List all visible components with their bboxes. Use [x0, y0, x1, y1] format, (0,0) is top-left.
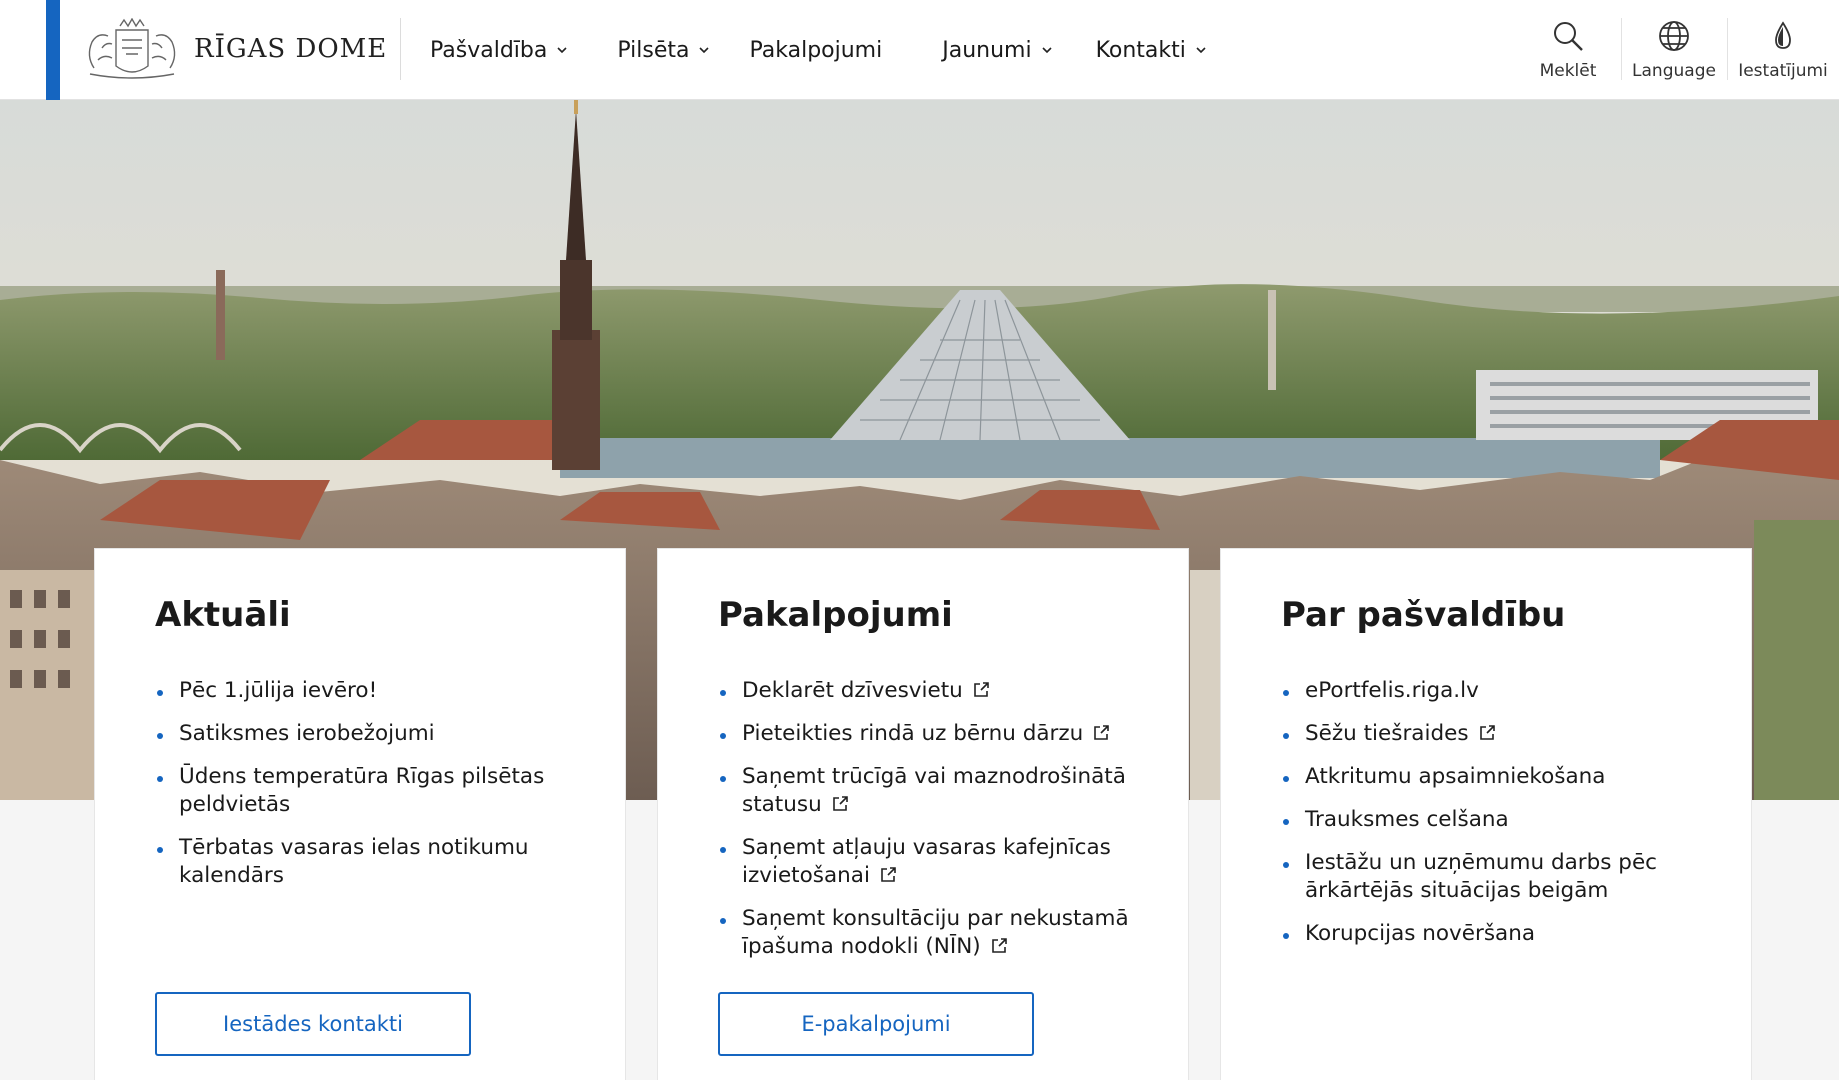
logo-text: RĪGAS DOME [194, 34, 388, 64]
link-text: Saņemt atļauju vasaras kafejnīcas izviet… [742, 835, 1111, 888]
chevron-down-icon [557, 47, 567, 54]
list-item[interactable]: ePortfelis.riga.lv [1281, 677, 1721, 705]
main-nav: Pašvaldība Pilsēta Pakalpojumi Jaunumi K… [430, 0, 1208, 100]
globe-icon [1659, 21, 1689, 51]
list-item[interactable]: Saņemt atļauju vasaras kafejnīcas izviet… [718, 834, 1158, 890]
external-link-icon [973, 682, 989, 697]
link-text: Korupcijas novēršana [1305, 921, 1536, 946]
nav-item-label: Kontakti [1095, 37, 1186, 63]
link-text: Sēžu tiešraides [1305, 721, 1469, 746]
card-link-list: Deklarēt dzīvesvietu Pieteikties rindā u… [718, 677, 1158, 976]
list-item[interactable]: Ūdens temperatūra Rīgas pilsētas peldvie… [155, 763, 595, 819]
link-text: Pieteikties rindā uz bērnu dārzu [742, 721, 1084, 746]
card-aktuali: Aktuāli Pēc 1.jūlija ievēro! Satiksmes i… [94, 548, 626, 1080]
language-label: Language [1632, 61, 1716, 81]
link-text: ePortfelis.riga.lv [1305, 678, 1479, 703]
card-link-list: Pēc 1.jūlija ievēro! Satiksmes ierobežoj… [155, 677, 595, 905]
search-icon [1554, 22, 1583, 51]
link-text: Atkritumu apsaimniekošana [1305, 764, 1606, 789]
e-services-button[interactable]: E-pakalpojumi [718, 992, 1034, 1056]
logo-divider [400, 18, 401, 80]
link-text: Pēc 1.jūlija ievēro! [179, 678, 378, 703]
list-item[interactable]: Deklarēt dzīvesvietu [718, 677, 1158, 705]
card-title: Aktuāli [155, 595, 291, 635]
chevron-down-icon [1041, 47, 1052, 54]
coat-of-arms-icon [88, 18, 176, 79]
chevron-down-icon [699, 47, 710, 54]
nav-item-jaunumi[interactable]: Jaunumi [942, 38, 1053, 63]
site-header: RĪGAS DOME Pašvaldība Pilsēta Pakalpojum… [0, 0, 1839, 100]
list-item[interactable]: Iestāžu un uzņēmumu darbs pēc ārkārtējās… [1281, 849, 1721, 905]
link-text: Saņemt konsultāciju par nekustamā īpašum… [742, 906, 1129, 959]
list-item[interactable]: Atkritumu apsaimniekošana [1281, 763, 1721, 791]
list-item[interactable]: Satiksmes ierobežojumi [155, 720, 595, 748]
external-link-icon [832, 796, 848, 811]
list-item[interactable]: Trauksmes celšana [1281, 806, 1721, 834]
settings-button[interactable]: Iestatījumi [1727, 0, 1839, 100]
card-title: Pakalpojumi [718, 595, 953, 635]
search-label: Meklēt [1539, 61, 1597, 81]
list-item[interactable]: Pieteikties rindā uz bērnu dārzu [718, 720, 1158, 748]
nav-item-kontakti[interactable]: Kontakti [1096, 38, 1208, 63]
list-item[interactable]: Pēc 1.jūlija ievēro! [155, 677, 595, 705]
nav-item-label: Pilsēta [617, 37, 690, 63]
drop-icon [1775, 21, 1791, 49]
list-item[interactable]: Korupcijas novēršana [1281, 920, 1721, 948]
external-link-icon [1094, 725, 1110, 740]
link-text: Satiksmes ierobežojumi [179, 721, 435, 746]
nav-item-label: Pakalpojumi [749, 37, 883, 63]
nav-item-pilseta[interactable]: Pilsēta [617, 38, 711, 63]
institution-contacts-button[interactable]: Iestādes kontakti [155, 992, 471, 1056]
search-button[interactable]: Meklēt [1515, 0, 1621, 100]
link-text: Deklarēt dzīvesvietu [742, 678, 963, 703]
link-text: Iestāžu un uzņēmumu darbs pēc ārkārtējās… [1305, 850, 1657, 903]
card-link-list: ePortfelis.riga.lv Sēžu tiešraides Atkri… [1281, 677, 1721, 963]
link-text: Trauksmes celšana [1305, 807, 1509, 832]
nav-item-pakalpojumi[interactable]: Pakalpojumi [749, 38, 882, 63]
list-item[interactable]: Saņemt trūcīgā vai maznodrošinātā status… [718, 763, 1158, 819]
header-tools: Meklēt Language Iestatījumi [1515, 0, 1839, 100]
external-link-icon [991, 938, 1007, 953]
nav-item-pasvaldiba[interactable]: Pašvaldība [430, 38, 569, 63]
nav-item-label: Jaunumi [942, 37, 1032, 63]
list-item[interactable]: Saņemt konsultāciju par nekustamā īpašum… [718, 905, 1158, 961]
link-text: Tērbatas vasaras ielas notikumu kalendār… [179, 835, 529, 888]
card-par-pasvaldibu: Par pašvaldību ePortfelis.riga.lv Sēžu t… [1220, 548, 1752, 1080]
link-text: Ūdens temperatūra Rīgas pilsētas peldvie… [179, 764, 545, 817]
accent-bar [46, 0, 60, 100]
nav-item-label: Pašvaldība [430, 37, 548, 63]
card-pakalpojumi: Pakalpojumi Deklarēt dzīvesvietu Pieteik… [657, 548, 1189, 1080]
link-text: Saņemt trūcīgā vai maznodrošinātā status… [742, 764, 1126, 817]
settings-label: Iestatījumi [1738, 61, 1828, 81]
chevron-down-icon [1196, 47, 1206, 54]
language-button[interactable]: Language [1621, 0, 1727, 100]
list-item[interactable]: Tērbatas vasaras ielas notikumu kalendār… [155, 834, 595, 890]
external-link-icon [1479, 725, 1495, 740]
list-item[interactable]: Sēžu tiešraides [1281, 720, 1721, 748]
external-link-icon [881, 867, 896, 882]
card-title: Par pašvaldību [1281, 595, 1566, 635]
site-logo[interactable]: RĪGAS DOME [82, 16, 387, 82]
